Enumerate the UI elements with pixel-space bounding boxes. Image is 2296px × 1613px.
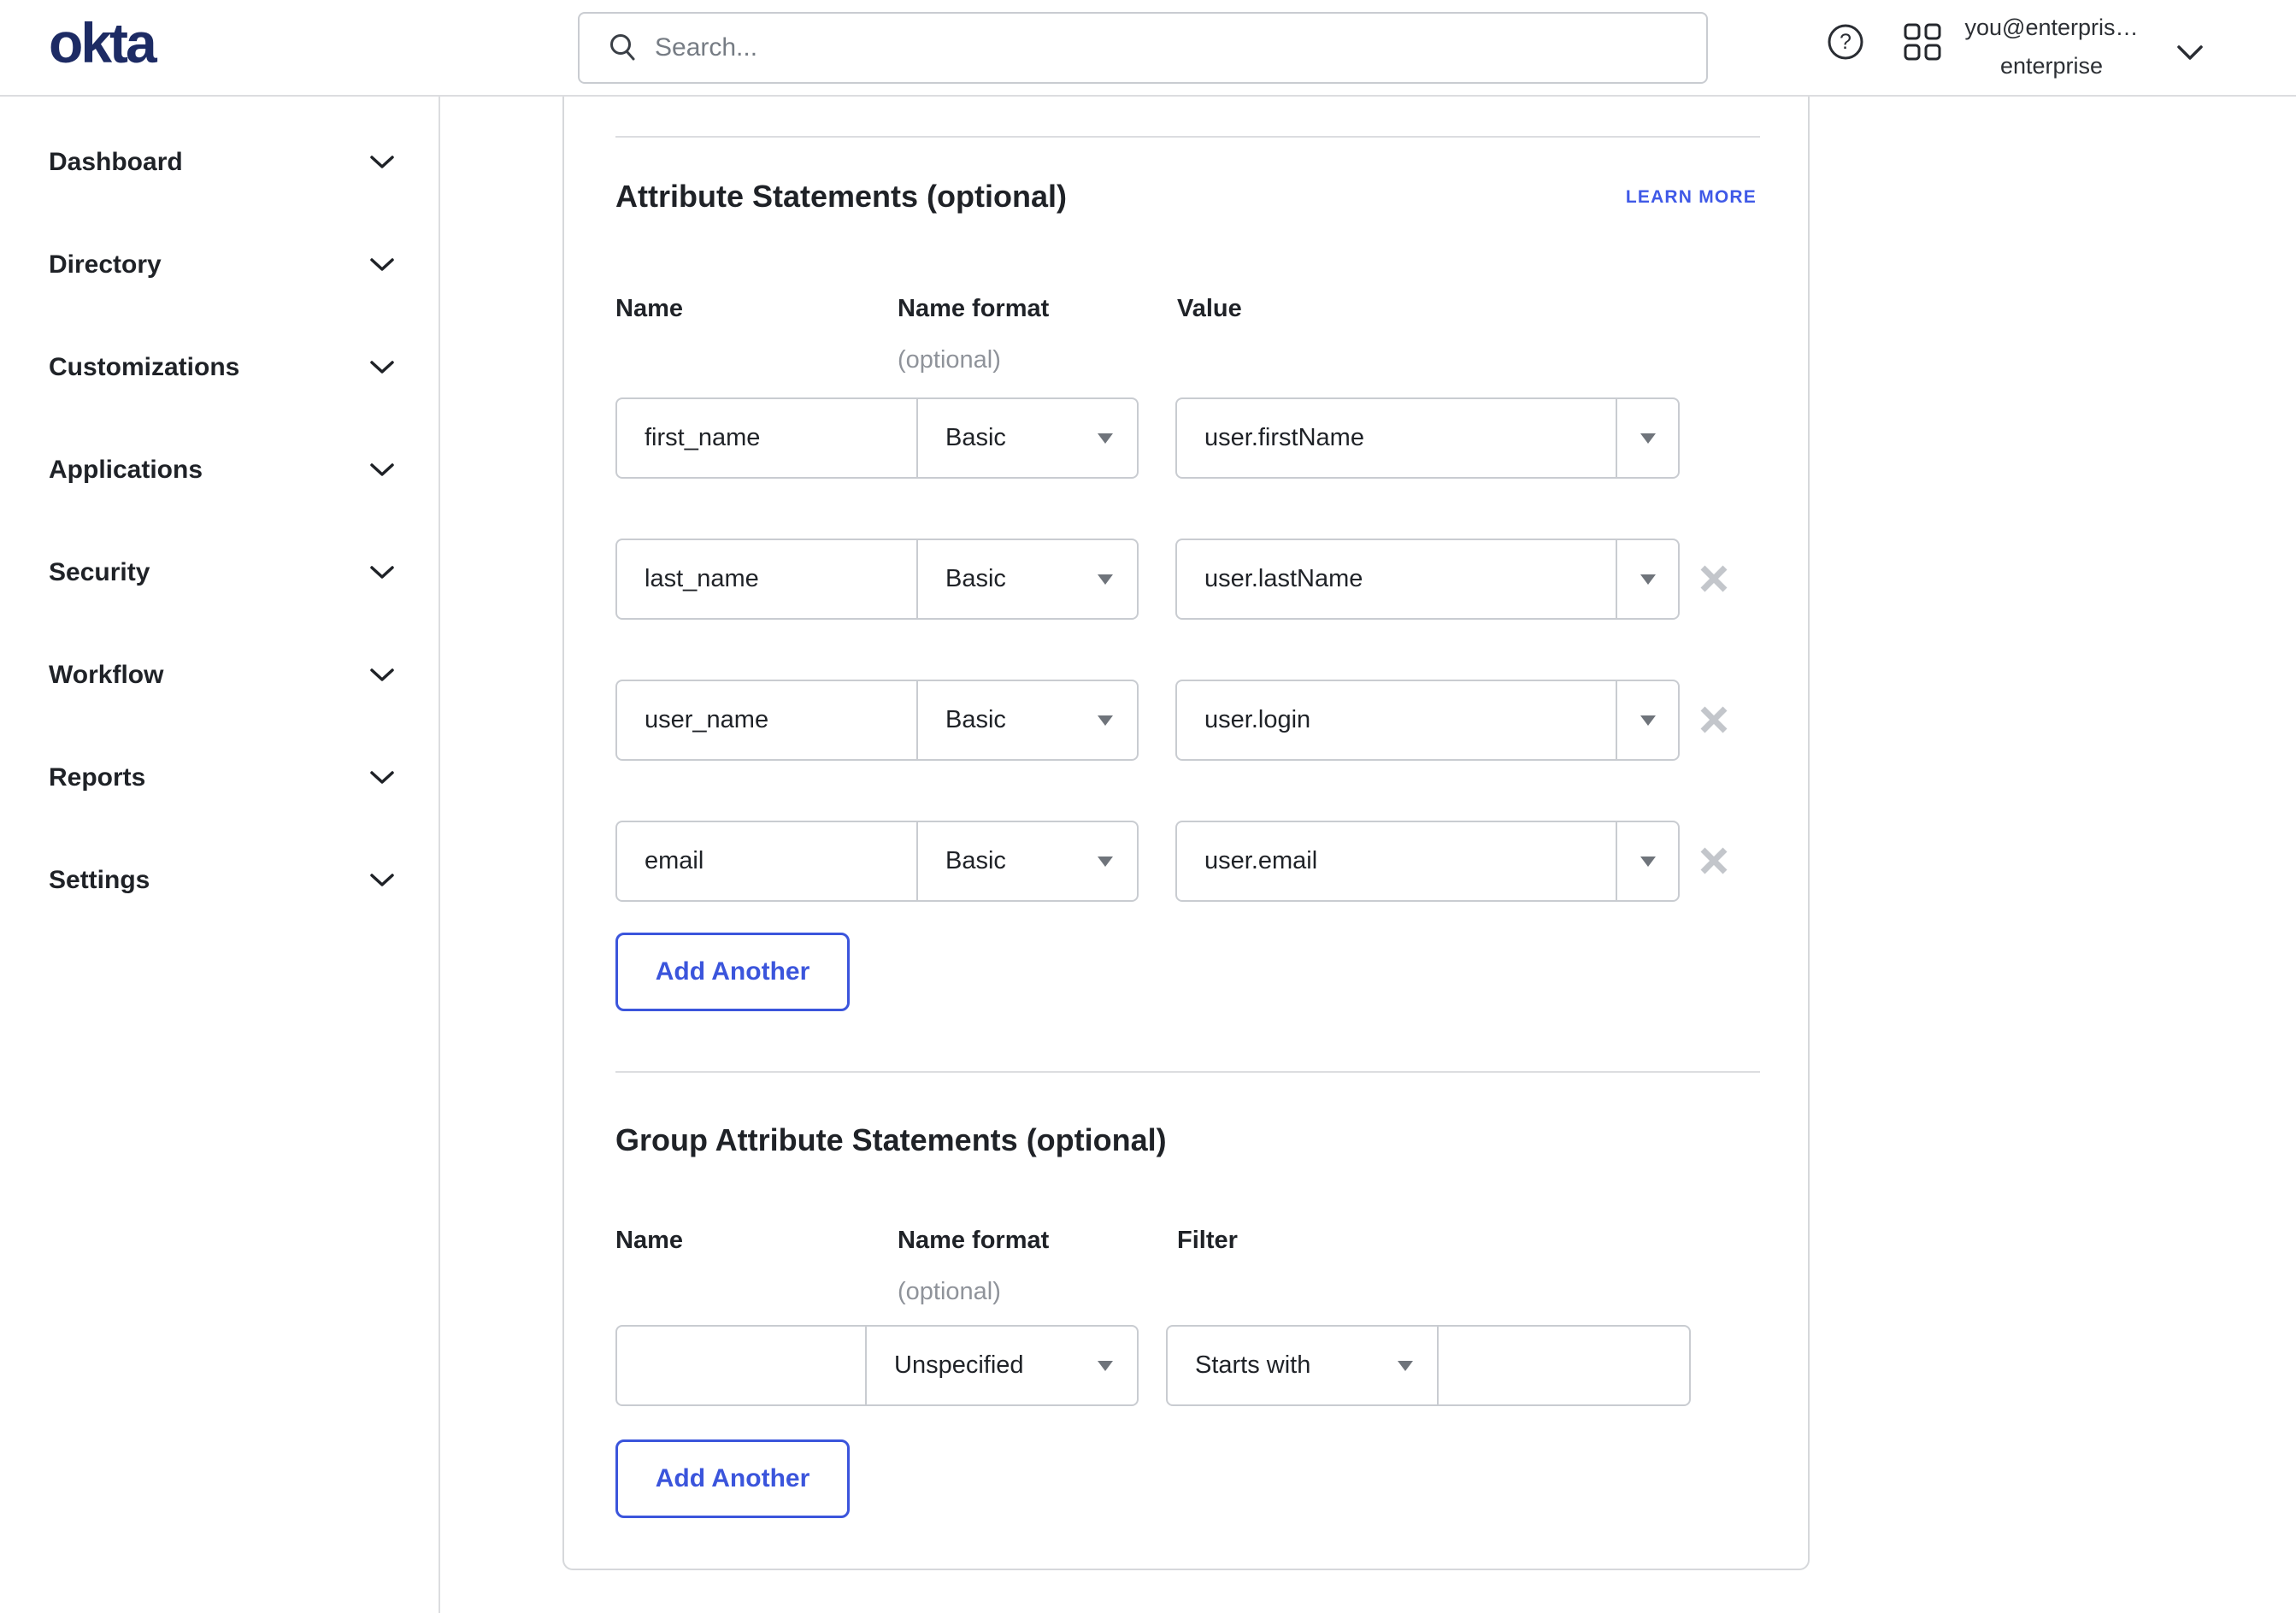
- remove-x-icon[interactable]: [1698, 845, 1729, 876]
- remove-x-icon[interactable]: [1698, 704, 1729, 735]
- attr-value-combobox: user.email: [1175, 821, 1680, 902]
- col-note-optional: (optional): [898, 1278, 1001, 1305]
- col-header-name: Name: [615, 295, 683, 322]
- learn-more-link[interactable]: LEARN MORE: [1626, 187, 1757, 208]
- sidebar-item-applications[interactable]: Applications: [49, 451, 395, 489]
- help-icon[interactable]: ?: [1826, 22, 1865, 62]
- remove-x-icon[interactable]: [1698, 563, 1729, 594]
- value-dropdown-button[interactable]: [1616, 681, 1678, 759]
- chevron-down-icon: [369, 668, 395, 683]
- chevron-down-icon: [369, 257, 395, 273]
- group-name-format-select[interactable]: Unspecified: [865, 1327, 1137, 1404]
- dropdown-caret-icon: [1098, 1360, 1113, 1371]
- col-header-filter: Filter: [1177, 1227, 1238, 1254]
- dropdown-caret-icon: [1098, 574, 1113, 585]
- section-divider: [615, 136, 1760, 138]
- dropdown-caret-icon: [1398, 1360, 1413, 1371]
- attr-name-input[interactable]: [617, 822, 916, 900]
- col-header-name-format: Name format: [898, 1227, 1050, 1254]
- attr-value-input[interactable]: user.lastName: [1177, 540, 1616, 618]
- search-icon: [607, 32, 639, 64]
- top-bar: okta ? you@enterpris… enterprise: [0, 0, 2296, 97]
- group-attribute-statements-title: Group Attribute Statements (optional): [615, 1122, 1167, 1157]
- col-header-name: Name: [615, 1227, 683, 1254]
- attr-value-input[interactable]: user.login: [1177, 681, 1616, 759]
- dropdown-caret-icon: [1640, 856, 1656, 867]
- sidebar-item-settings[interactable]: Settings: [49, 862, 395, 899]
- dropdown-caret-icon: [1640, 574, 1656, 585]
- value-dropdown-button[interactable]: [1616, 399, 1678, 477]
- attr-name-input[interactable]: [617, 399, 916, 477]
- chevron-down-icon: [369, 565, 395, 580]
- chevron-down-icon: [369, 155, 395, 170]
- chevron-down-icon: [369, 873, 395, 888]
- filter-type-select[interactable]: Starts with: [1168, 1327, 1437, 1404]
- attr-value-combobox: user.firstName: [1175, 397, 1680, 479]
- sidebar-item-reports[interactable]: Reports: [49, 759, 395, 797]
- attr-value-combobox: user.lastName: [1175, 539, 1680, 620]
- attribute-statements-title: Attribute Statements (optional): [615, 179, 1067, 214]
- attr-value-input[interactable]: user.firstName: [1177, 399, 1616, 477]
- col-header-name-format: Name format: [898, 295, 1050, 322]
- chevron-down-icon: [369, 360, 395, 375]
- dropdown-caret-icon: [1098, 433, 1113, 444]
- attr-row: Basic: [615, 539, 1139, 620]
- value-dropdown-button[interactable]: [1616, 822, 1678, 900]
- group-name-input[interactable]: [617, 1327, 865, 1404]
- attr-row: Basic: [615, 821, 1139, 902]
- sidebar-item-dashboard[interactable]: Dashboard: [49, 144, 395, 181]
- saml-settings-panel: Attribute Statements (optional) LEARN MO…: [562, 97, 1810, 1570]
- sidebar-item-directory[interactable]: Directory: [49, 246, 395, 284]
- attr-value-combobox: user.login: [1175, 680, 1680, 761]
- svg-text:?: ?: [1840, 30, 1852, 54]
- attr-value-input[interactable]: user.email: [1177, 822, 1616, 900]
- okta-logo[interactable]: okta: [49, 12, 157, 74]
- chevron-down-icon: [369, 770, 395, 786]
- sidebar-item-workflow[interactable]: Workflow: [49, 656, 395, 694]
- col-note-optional: (optional): [898, 346, 1001, 374]
- group-attr-row: Unspecified: [615, 1325, 1139, 1406]
- account-org: enterprise: [1999, 53, 2104, 79]
- dropdown-caret-icon: [1098, 856, 1113, 867]
- attr-name-input[interactable]: [617, 540, 916, 618]
- global-search[interactable]: [578, 12, 1708, 84]
- dropdown-caret-icon: [1640, 715, 1656, 726]
- account-menu[interactable]: you@enterpris… enterprise: [1934, 9, 2169, 85]
- dropdown-caret-icon: [1098, 715, 1113, 726]
- add-another-button[interactable]: Add Another: [615, 1439, 850, 1518]
- name-format-select[interactable]: Basic: [916, 681, 1137, 759]
- filter-value-input[interactable]: [1439, 1327, 1689, 1404]
- account-chevron-down-icon[interactable]: [2176, 44, 2204, 62]
- attr-row: Basic: [615, 397, 1139, 479]
- account-email: you@enterpris…: [1964, 15, 2139, 40]
- add-another-button[interactable]: Add Another: [615, 933, 850, 1011]
- name-format-select[interactable]: Basic: [916, 822, 1137, 900]
- attr-name-input[interactable]: [617, 681, 916, 759]
- sidebar-item-customizations[interactable]: Customizations: [49, 349, 395, 386]
- search-input[interactable]: [655, 33, 1706, 62]
- col-header-value: Value: [1177, 295, 1242, 322]
- sidebar-nav: Dashboard Directory Customizations Appli…: [0, 97, 440, 1613]
- value-dropdown-button[interactable]: [1616, 540, 1678, 618]
- sidebar-item-security[interactable]: Security: [49, 554, 395, 592]
- name-format-select[interactable]: Basic: [916, 540, 1137, 618]
- section-divider: [615, 1071, 1760, 1073]
- attr-row: Basic: [615, 680, 1139, 761]
- chevron-down-icon: [369, 462, 395, 478]
- group-filter-row: Starts with: [1166, 1325, 1691, 1406]
- name-format-select[interactable]: Basic: [916, 399, 1137, 477]
- dropdown-caret-icon: [1640, 433, 1656, 444]
